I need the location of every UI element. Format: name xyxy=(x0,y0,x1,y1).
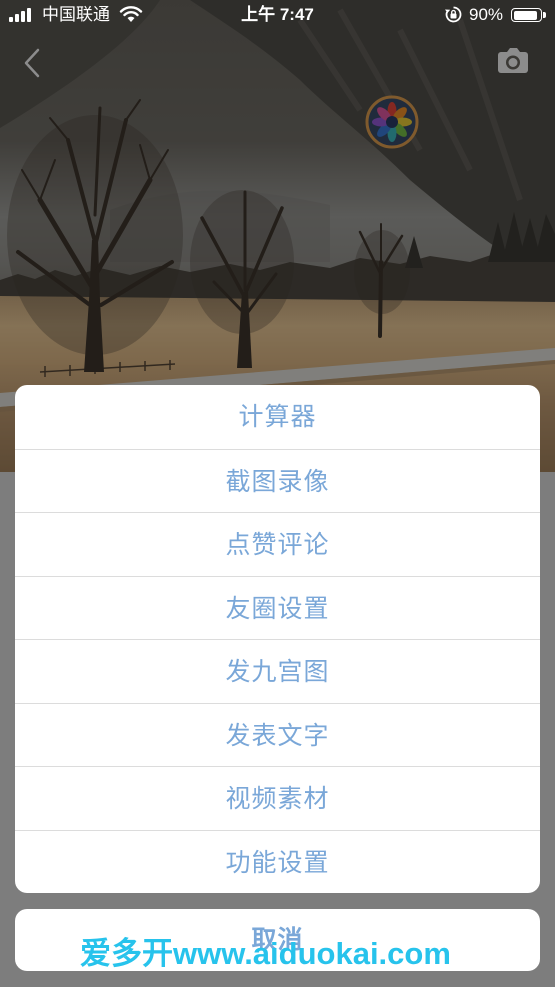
action-calculator[interactable]: 计算器 xyxy=(15,385,540,449)
watermark: 爱多开www.aiduokai.com xyxy=(80,936,451,971)
action-post-text[interactable]: 发表文字 xyxy=(15,702,540,767)
battery-cap xyxy=(543,12,546,18)
action-video-material[interactable]: 视频素材 xyxy=(15,766,540,830)
battery-percent: 90% xyxy=(469,5,504,24)
status-bar: 中国联通 上午 7:47 90% xyxy=(0,0,555,32)
action-sheet: 计算器 截图录像 点赞评论 友圈设置 发九宫图 发表文字 视频素材 功能设置 xyxy=(15,385,540,893)
rotation-lock-icon xyxy=(445,6,462,23)
action-moments-settings[interactable]: 友圈设置 xyxy=(15,575,540,640)
action-like-comment[interactable]: 点赞评论 xyxy=(15,512,540,576)
battery-icon xyxy=(511,8,542,22)
action-screen-record[interactable]: 截图录像 xyxy=(15,448,540,513)
action-nine-grid[interactable]: 发九宫图 xyxy=(15,639,540,703)
battery-level-fill xyxy=(513,10,537,20)
action-feature-settings[interactable]: 功能设置 xyxy=(15,829,540,894)
screen: 中国联通 上午 7:47 90% 计算器 截图录像 点赞评论 友圈设置 发九宫图… xyxy=(0,0,555,987)
